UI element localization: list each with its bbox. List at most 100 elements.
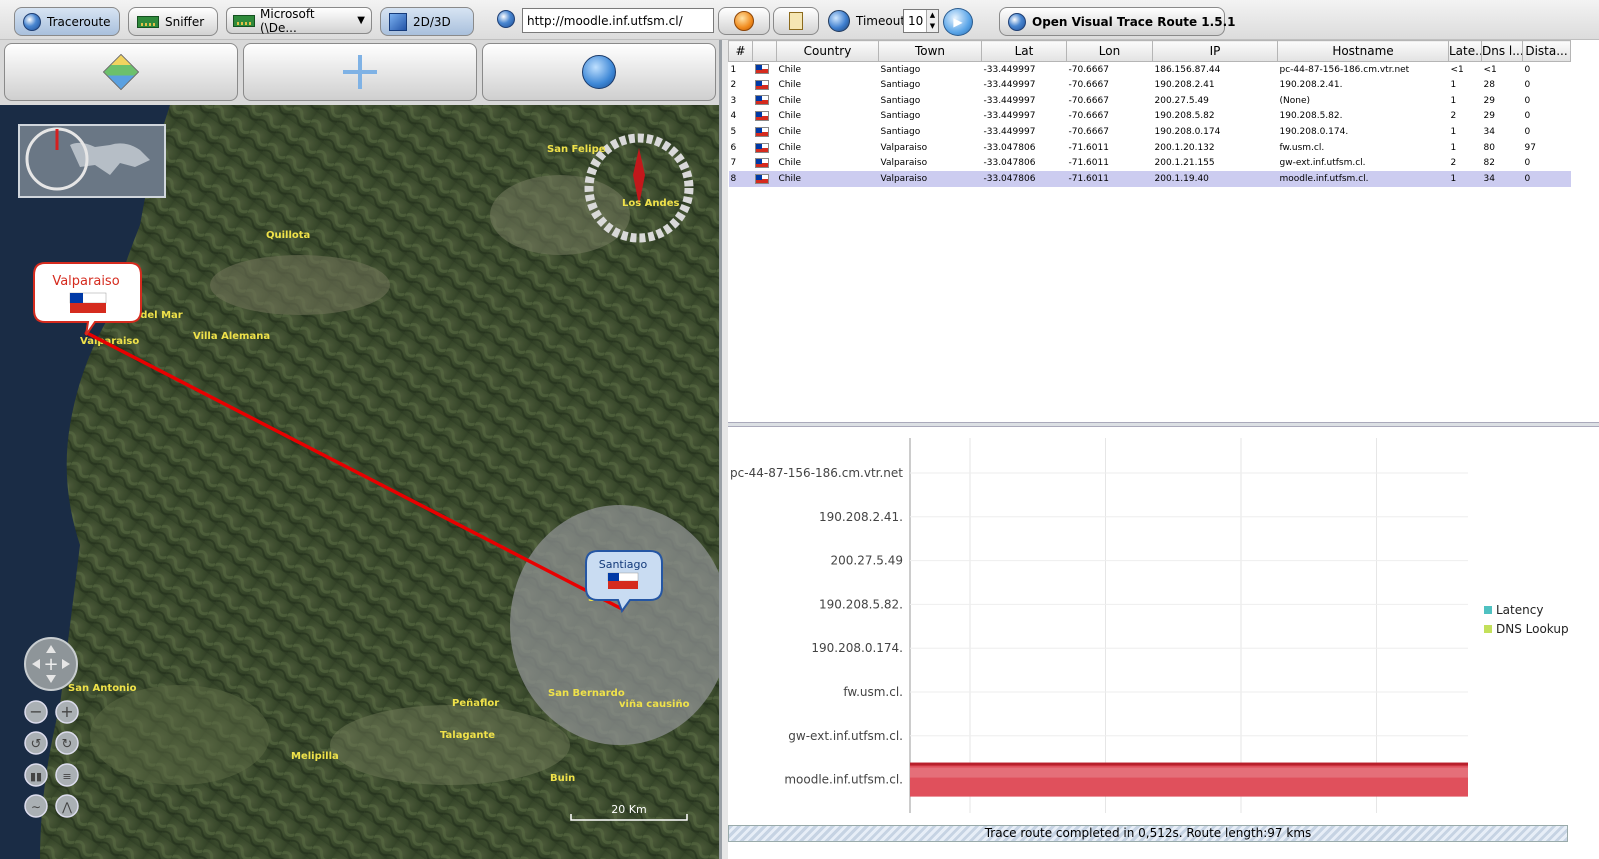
pan-control[interactable]: + — [24, 637, 78, 691]
cell-dns: <1 — [1483, 64, 1497, 75]
rotate-right-button[interactable]: ↻ — [55, 731, 79, 755]
view-toggle-label: 2D/3D — [413, 14, 451, 29]
terrain-exaggeration-down-button[interactable]: ∼ — [24, 794, 48, 818]
overview-minimap[interactable] — [18, 124, 166, 198]
column-header-flag[interactable] — [752, 40, 777, 62]
cell-host: gw-ext.inf.utfsm.cl. — [1279, 158, 1366, 169]
table-row[interactable]: 2 Chile Santiago -33.449997 -70.6667 190.208.… — [729, 77, 1571, 93]
chile-flag-icon — [754, 95, 769, 106]
legend-swatch — [1484, 606, 1492, 614]
tilt-down-button[interactable]: ≡ — [55, 763, 79, 787]
column-header-country[interactable]: Country — [776, 40, 879, 62]
cell-host: moodle.inf.utfsm.cl. — [1277, 171, 1449, 187]
terrain-exaggeration-up-button[interactable]: ⋀ — [55, 794, 79, 818]
column-header-hostname[interactable]: Hostname — [1277, 40, 1449, 62]
cell-lon: -70.6667 — [1068, 80, 1109, 91]
whois-button[interactable] — [823, 7, 855, 35]
sniffer-label: Sniffer — [165, 14, 205, 29]
cell-ip: 186.156.87.44 — [1154, 64, 1221, 75]
timeout-label: Timeout — [856, 14, 906, 28]
earth-icon — [828, 10, 850, 32]
layers-icon — [102, 53, 140, 91]
traceroute-button[interactable]: Traceroute — [14, 7, 120, 36]
cell-host: 190.208.2.41. — [1279, 80, 1343, 91]
cell-dist: 0 — [1524, 158, 1531, 169]
column-header-distance[interactable]: Dista... — [1522, 40, 1571, 62]
cell-n: 6 — [730, 142, 737, 153]
cell-ip: 190.208.2.41 — [1154, 80, 1215, 91]
tilt-up-button[interactable]: ▮▮ — [24, 763, 48, 787]
rotate-left-button[interactable]: ↺ — [24, 731, 48, 755]
cell-dns: 34 — [1483, 127, 1495, 138]
column-header-lat[interactable]: Lat — [981, 40, 1067, 62]
chile-flag-icon — [754, 64, 769, 75]
cell-latency: 1 — [1448, 171, 1482, 187]
view-2d-3d-toggle[interactable]: 2D/3D — [380, 7, 474, 36]
map-crosshair-button[interactable] — [243, 43, 477, 101]
column-header-dns[interactable]: Dns l... — [1481, 40, 1523, 62]
spinner-arrows-icon[interactable]: ▲ ▼ — [926, 10, 938, 32]
chile-flag-icon — [754, 111, 769, 122]
url-input[interactable] — [522, 8, 714, 33]
cell-town: Valparaiso — [880, 142, 928, 153]
traceroute-label: Traceroute — [47, 14, 111, 29]
cell-dist: 0 — [1524, 111, 1531, 122]
chile-flag-icon — [69, 292, 107, 313]
place-label: Los Andes — [622, 198, 679, 209]
place-label: viña causiño — [619, 699, 690, 710]
timeout-spinner[interactable]: 10 ▲ ▼ — [903, 9, 939, 33]
trace-start-button[interactable] — [718, 7, 770, 35]
interface-select[interactable]: Microsoft (\De... ▼ — [226, 7, 372, 35]
zoom-out-button[interactable]: − — [24, 700, 48, 724]
play-button[interactable]: ▶ — [943, 8, 973, 36]
cell-country: Chile — [778, 158, 802, 169]
cell-town: Valparaiso — [880, 158, 928, 169]
table-row[interactable]: 4 Chile Santiago -33.449997 -70.6667 190.208.… — [729, 109, 1571, 125]
cell-lat: -33.047806 — [983, 142, 1036, 153]
table-row[interactable]: 5 Chile Santiago -33.449997 -70.6667 190.208.… — [729, 124, 1571, 140]
column-header-number[interactable]: # — [728, 40, 753, 62]
legend-label: Latency — [1496, 603, 1543, 617]
cell-n: 3 — [730, 95, 737, 106]
panel-splitter[interactable] — [728, 422, 1599, 427]
table-row[interactable]: 1 Chile Santiago -33.449997 -70.6667 186.156.… — [729, 62, 1571, 78]
cell-lon: -70.6667 — [1068, 127, 1109, 138]
table-row[interactable]: 7 Chile Valparaiso -33.047806 -71.6011 200.1.… — [729, 156, 1571, 172]
cell-host: 190.208.5.82. — [1279, 111, 1343, 122]
cell-dns: 28 — [1483, 80, 1495, 91]
cell-host: 190.208.0.174. — [1279, 127, 1349, 138]
cell-latency: 1 — [1450, 95, 1457, 106]
cell-ip: 200.1.21.155 — [1154, 158, 1215, 169]
map-layers-button[interactable] — [4, 43, 238, 101]
zoom-in-button[interactable]: + — [55, 700, 79, 724]
cell-dist: 0 — [1522, 171, 1571, 187]
network-card-icon — [137, 15, 159, 28]
chile-flag-icon — [754, 142, 769, 153]
cell-dist: 0 — [1524, 80, 1531, 91]
app-title-button[interactable]: Open Visual Trace Route 1.5.1 — [999, 7, 1235, 36]
sniffer-button[interactable]: Sniffer — [128, 7, 218, 36]
place-label: Talagante — [440, 730, 495, 741]
place-label: Quillota — [266, 230, 310, 241]
cell-lon: -71.6011 — [1068, 158, 1109, 169]
cell-lon: -70.6667 — [1068, 64, 1109, 75]
map-canvas[interactable]: San Felipe Los Andes Quillota a del Mar … — [0, 105, 722, 859]
table-row[interactable]: 8 Chile Valparaiso -33.047806 -71.6011 200.1.… — [728, 171, 1571, 187]
map-globe-button[interactable] — [482, 43, 716, 101]
category-label: 190.208.2.41. — [819, 510, 903, 524]
satellite-map[interactable]: San Felipe Los Andes Quillota a del Mar … — [0, 105, 722, 859]
plot-area — [910, 438, 1468, 813]
column-header-latency[interactable]: Late... — [1448, 40, 1482, 62]
table-row[interactable]: 6 Chile Valparaiso -33.047806 -71.6011 200.1.… — [729, 140, 1571, 156]
orange-orb-icon — [734, 11, 754, 31]
export-button[interactable] — [773, 7, 819, 35]
timeout-value: 10 — [908, 14, 924, 28]
column-header-ip[interactable]: IP — [1152, 40, 1278, 62]
table-row[interactable]: 3 Chile Santiago -33.449997 -70.6667 200.27.5… — [729, 93, 1571, 109]
cell-n: 8 — [728, 171, 753, 187]
cell-town: Santiago — [880, 80, 921, 91]
column-header-town[interactable]: Town — [878, 40, 982, 62]
column-header-lon[interactable]: Lon — [1066, 40, 1153, 62]
cell-n: 2 — [730, 80, 737, 91]
cell-town: Santiago — [880, 64, 921, 75]
